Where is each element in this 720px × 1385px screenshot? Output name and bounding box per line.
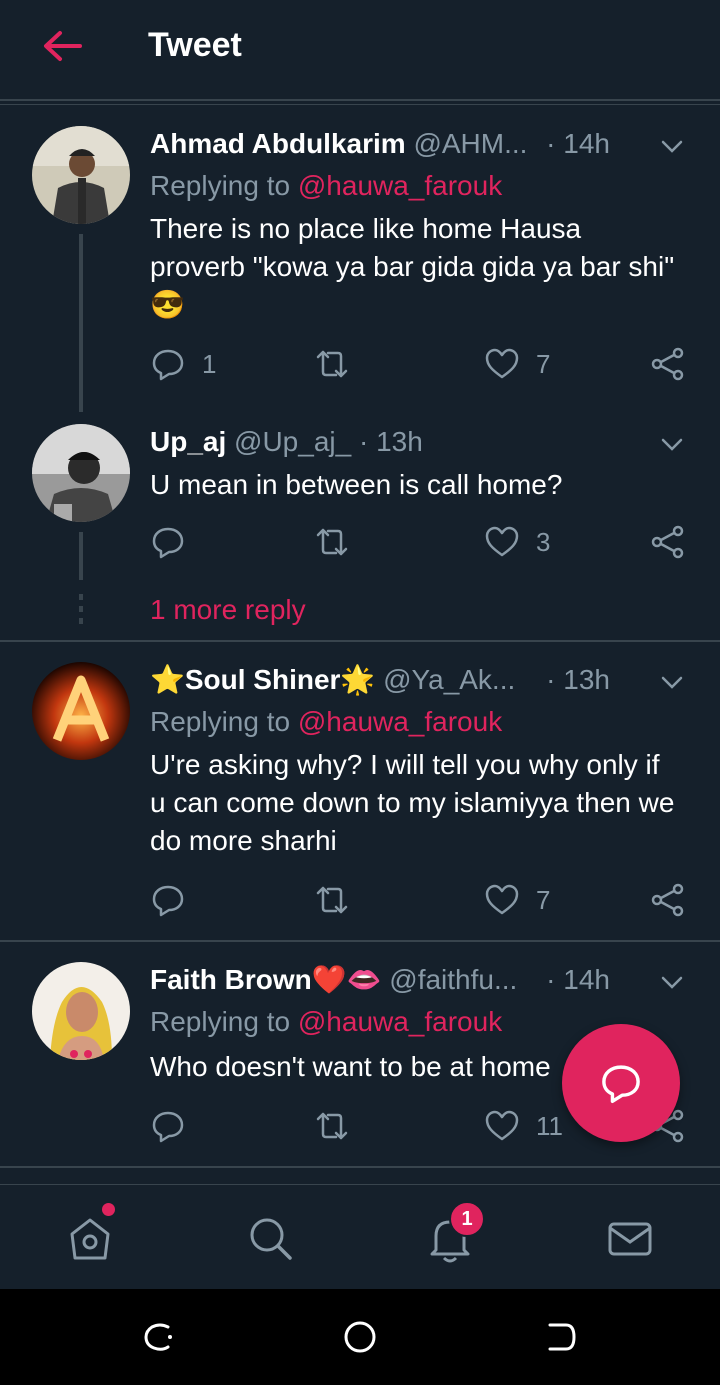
notifications-badge: 1 <box>449 1201 485 1237</box>
tweet-text: U mean in between is call home? <box>150 469 563 500</box>
like-button[interactable]: 7 <box>484 344 550 384</box>
tweet-time: · 14h <box>546 128 610 159</box>
like-count: 3 <box>536 526 551 557</box>
tweet-actions: 1 7 <box>150 344 690 384</box>
replying-to-handle[interactable]: @hauwa_farouk <box>298 706 502 737</box>
reply-button[interactable]: 1 <box>150 344 216 384</box>
like-button[interactable]: 3 <box>484 522 550 562</box>
share-icon <box>651 525 684 559</box>
retweet-button[interactable] <box>314 522 366 562</box>
author-name[interactable]: ⭐Soul Shiner🌟 <box>150 664 375 695</box>
tweet-actions: 3 <box>150 522 690 562</box>
thread-dots <box>79 594 83 630</box>
thread-line <box>79 234 83 412</box>
recents-icon[interactable] <box>140 1317 180 1357</box>
share-button[interactable] <box>650 522 686 562</box>
mail-icon[interactable] <box>602 1210 658 1266</box>
home-icon[interactable] <box>62 1210 118 1266</box>
chevron-down-icon[interactable] <box>660 670 684 694</box>
retweet-icon <box>316 1112 348 1140</box>
chevron-down-icon[interactable] <box>660 134 684 158</box>
like-icon <box>485 348 519 379</box>
reply-count: 1 <box>202 348 217 379</box>
tweet-divider <box>0 640 720 642</box>
bottom-tab-bar <box>0 1186 720 1289</box>
tweet-time: · 14h <box>546 964 610 995</box>
replying-to: Replying to @hauwa_farouk <box>150 1006 503 1037</box>
tweet-time: · 13h <box>358 426 423 457</box>
tweet-time: · 13h <box>546 664 610 695</box>
retweet-icon <box>316 350 348 378</box>
reply-icon <box>152 527 184 559</box>
replying-to-handle[interactable]: @hauwa_farouk <box>298 170 502 201</box>
header-divider <box>0 99 720 101</box>
retweet-button[interactable] <box>314 1106 366 1146</box>
reply-icon <box>152 885 184 917</box>
system-navigation-bar <box>0 1289 720 1385</box>
author-name[interactable]: Faith Brown❤️👄 <box>150 964 382 995</box>
share-button[interactable] <box>650 344 686 384</box>
like-button[interactable]: 11 <box>484 1106 563 1146</box>
retweet-button[interactable] <box>314 344 366 384</box>
reply-button[interactable] <box>150 1106 202 1146</box>
retweet-icon <box>316 528 348 556</box>
author-name[interactable]: Up_aj <box>150 426 226 457</box>
like-icon <box>485 884 519 915</box>
author-handle[interactable]: @Ya_Ak... <box>383 664 515 695</box>
reply-icon <box>152 1111 184 1143</box>
share-button[interactable] <box>650 880 686 920</box>
more-replies-link[interactable]: 1 more reply <box>150 594 306 626</box>
compose-reply-icon <box>602 1065 640 1104</box>
retweet-button[interactable] <box>314 880 366 920</box>
avatar[interactable] <box>32 424 130 522</box>
tabbar-divider <box>0 1184 720 1185</box>
avatar[interactable] <box>32 126 130 224</box>
like-count: 11 <box>536 1110 563 1141</box>
author-handle[interactable]: @Up_aj_ <box>234 426 351 457</box>
top-app-bar: Tweet <box>0 0 720 98</box>
like-button[interactable]: 7 <box>484 880 550 920</box>
replying-to: Replying to @hauwa_farouk <box>150 706 503 737</box>
like-icon <box>485 526 519 557</box>
replying-to: Replying to @hauwa_farouk <box>150 170 503 201</box>
reply-button[interactable] <box>150 880 202 920</box>
replying-to-handle[interactable]: @hauwa_farouk <box>298 1006 502 1037</box>
like-icon <box>485 1110 519 1141</box>
author-name[interactable]: Ahmad Abdulkarim <box>150 128 406 159</box>
avatar[interactable] <box>32 962 130 1060</box>
home-button-icon[interactable] <box>340 1317 380 1357</box>
retweet-icon <box>316 886 348 914</box>
like-count: 7 <box>536 884 551 915</box>
compose-reply-button[interactable] <box>562 1024 680 1142</box>
header-divider-2 <box>0 104 720 105</box>
search-icon[interactable] <box>242 1210 298 1266</box>
tweet-divider <box>0 1166 720 1168</box>
tweet-text: There is no place like home Hausa prover… <box>150 213 675 320</box>
author-handle[interactable]: @faithfu... <box>389 964 517 995</box>
like-count: 7 <box>536 348 551 379</box>
share-icon <box>651 347 684 381</box>
share-icon <box>651 883 684 917</box>
thread-line <box>79 532 83 580</box>
reply-button[interactable] <box>150 522 202 562</box>
reply-icon <box>152 349 184 381</box>
tweet-divider <box>0 940 720 942</box>
author-handle[interactable]: @AHM... <box>413 128 527 159</box>
tweet-actions: 7 <box>150 880 690 920</box>
avatar[interactable] <box>32 662 130 760</box>
tweet-text: U're asking why? I will tell you why onl… <box>150 749 675 856</box>
chevron-down-icon[interactable] <box>660 432 684 456</box>
back-arrow-icon[interactable] <box>40 28 84 64</box>
page-title: Tweet <box>148 26 242 64</box>
home-unread-dot <box>102 1203 115 1216</box>
chevron-down-icon[interactable] <box>660 970 684 994</box>
back-nav-icon[interactable] <box>540 1317 580 1357</box>
